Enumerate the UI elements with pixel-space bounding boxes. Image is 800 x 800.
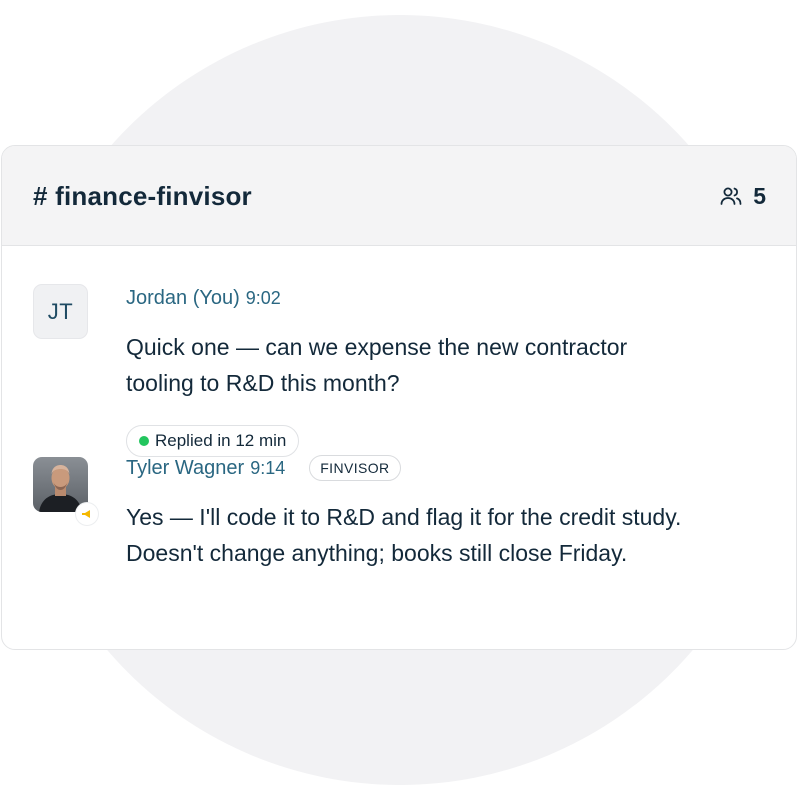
- reply-status-badge: Replied in 12 min: [126, 425, 300, 457]
- message-body: Quick one — can we expense the new contr…: [126, 329, 786, 401]
- channel-header: # finance-finvisor 5: [2, 146, 796, 246]
- message-header: Jordan (You) 9:02: [126, 285, 281, 311]
- channel-name[interactable]: # finance-finvisor: [33, 180, 252, 212]
- message-timestamp: 9:14: [250, 458, 286, 478]
- app-stage: # finance-finvisor 5 JT Jordan (You) 9:0…: [0, 0, 800, 800]
- chat-card: # finance-finvisor 5 JT Jordan (You) 9:0…: [1, 145, 797, 650]
- message-line: tooling to R&D this month?: [126, 370, 400, 396]
- role-badge: FINVISOR: [309, 455, 401, 481]
- message-line: Yes — I'll code it to R&D and flag it fo…: [126, 504, 682, 530]
- megaphone-icon: [76, 503, 98, 525]
- message-author[interactable]: Tyler Wagner: [126, 455, 244, 481]
- message-header: Tyler Wagner 9:14 FINVISOR: [126, 455, 401, 481]
- users-icon: [720, 187, 742, 205]
- members-count: 5: [753, 183, 766, 209]
- message-body: Yes — I'll code it to R&D and flag it fo…: [126, 499, 786, 571]
- message-timestamp: 9:02: [245, 288, 281, 308]
- message-line: Doesn't change anything; books still clo…: [126, 540, 628, 566]
- reply-status-text: Replied in 12 min: [155, 431, 287, 450]
- message-author[interactable]: Jordan (You): [126, 285, 240, 311]
- avatar[interactable]: [33, 457, 88, 512]
- status-dot-icon: [139, 436, 149, 446]
- members-button[interactable]: 5: [719, 182, 766, 210]
- message-line: Quick one — can we expense the new contr…: [126, 334, 628, 360]
- avatar[interactable]: JT: [33, 284, 88, 339]
